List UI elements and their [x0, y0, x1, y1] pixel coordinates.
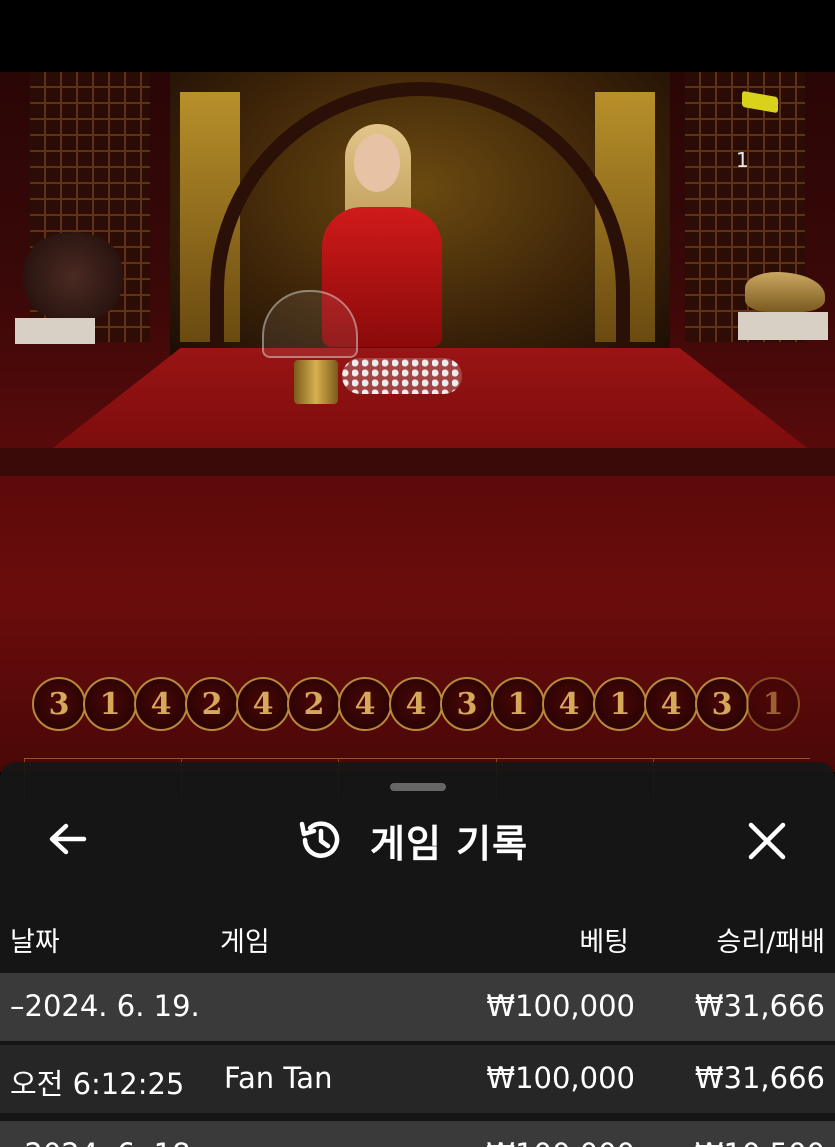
pedestal-right	[738, 312, 828, 340]
result-ball: 2	[185, 677, 239, 731]
result-ball: 4	[644, 677, 698, 731]
result-ball: 3	[32, 677, 86, 731]
sheet-header: 게임 기록	[296, 812, 528, 868]
dealer-face	[354, 134, 400, 192]
result-ball: 4	[542, 677, 596, 731]
row-winloss: ₩10,500	[695, 1137, 825, 1147]
back-button[interactable]	[44, 816, 92, 862]
row-date: –2024. 6. 18.	[10, 1137, 200, 1147]
result-ball: 3	[695, 677, 749, 731]
date-group-row[interactable]: –2024. 6. 19. ₩100,000 ₩31,666	[0, 973, 835, 1041]
row-date: –2024. 6. 19.	[10, 989, 200, 1023]
row-winloss: ₩31,666	[694, 989, 825, 1023]
bead-pile	[342, 358, 462, 394]
row-bet: ₩100,000	[486, 1137, 635, 1147]
history-row[interactable]: 오전 6:12:25 Fan Tan ₩100,000 ₩31,666	[0, 1045, 835, 1113]
back-arrow-icon	[49, 823, 87, 855]
result-ball: 2	[287, 677, 341, 731]
table-edge	[0, 448, 835, 476]
live-video-stream: 1	[0, 72, 835, 772]
result-ball: 1	[593, 677, 647, 731]
round-indicator: 1	[736, 148, 749, 172]
status-bar	[0, 0, 835, 72]
close-icon	[748, 822, 786, 860]
row-winloss: ₩31,666	[694, 1061, 825, 1095]
dragon-statue	[745, 272, 825, 312]
date-group-row[interactable]: –2024. 6. 18. ₩100,000 ₩10,500	[0, 1121, 835, 1147]
column-game: 게임	[220, 927, 270, 958]
close-button[interactable]	[742, 816, 792, 866]
sheet-title: 게임 기록	[370, 821, 529, 866]
game-history-sheet: 게임 기록 날짜 게임 베팅 승리/패배 –2024. 6. 19. ₩100,…	[0, 762, 835, 1147]
row-game: Fan Tan	[224, 1061, 333, 1095]
result-ball: 4	[389, 677, 443, 731]
row-time: 오전 6:12:25	[10, 1067, 185, 1101]
result-ball: 1	[746, 677, 800, 731]
result-ball: 1	[83, 677, 137, 731]
golden-cup	[294, 360, 338, 404]
pedestal-left	[15, 318, 95, 344]
column-bet: 베팅	[579, 927, 629, 958]
result-ball: 3	[440, 677, 494, 731]
row-bet: ₩100,000	[486, 1061, 635, 1095]
row-bet: ₩100,000	[486, 989, 635, 1023]
result-ball: 4	[338, 677, 392, 731]
history-icon	[299, 821, 340, 858]
table-header: 날짜 게임 베팅 승리/패배	[0, 910, 835, 968]
column-date: 날짜	[10, 927, 60, 958]
bonsai-decoration	[18, 232, 128, 322]
result-ball: 1	[491, 677, 545, 731]
drag-handle[interactable]	[390, 783, 446, 791]
result-ball: 4	[134, 677, 188, 731]
result-roadmap: 3 1 4 2 4 2 4 4 3 1 4 1 4 3 1	[32, 677, 802, 733]
result-ball: 4	[236, 677, 290, 731]
column-winloss: 승리/패배	[716, 927, 825, 958]
